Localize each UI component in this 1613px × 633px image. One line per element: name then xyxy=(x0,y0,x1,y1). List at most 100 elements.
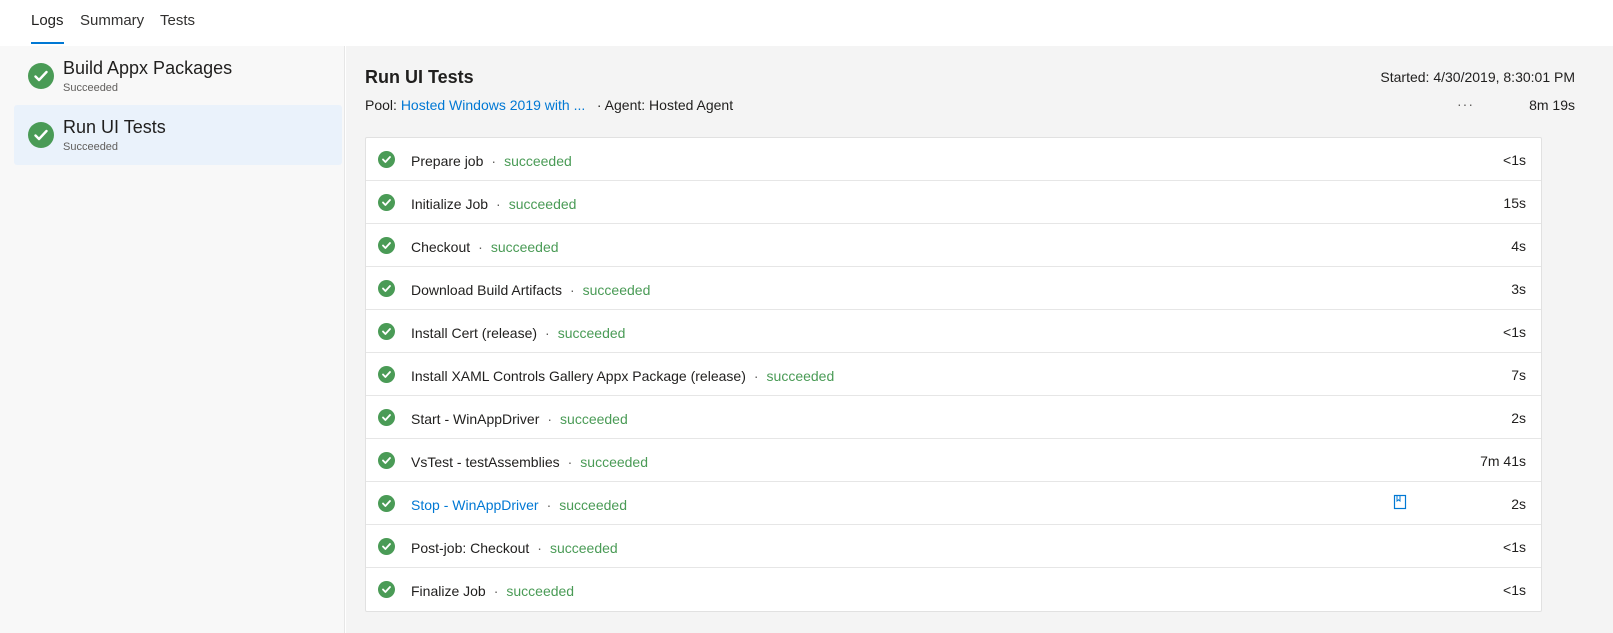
success-check-icon xyxy=(378,194,395,211)
tab-tests[interactable]: Tests xyxy=(160,12,195,29)
separator-dot: · xyxy=(545,325,550,341)
success-check-icon xyxy=(378,366,395,383)
step-label: Download Build Artifacts · succeeded xyxy=(411,282,650,298)
success-check-icon xyxy=(378,323,395,340)
step-duration: <1s xyxy=(1503,324,1526,340)
step-status: succeeded xyxy=(580,454,648,470)
success-check-icon xyxy=(28,63,54,89)
step-row-checkout[interactable]: Checkout · succeeded 4s xyxy=(366,224,1541,267)
step-status: succeeded xyxy=(508,196,577,212)
open-log-icon[interactable] xyxy=(1393,494,1407,515)
step-status: succeeded xyxy=(766,368,835,384)
step-duration: <1s xyxy=(1503,582,1526,598)
step-duration: <1s xyxy=(1503,539,1526,555)
success-check-icon xyxy=(378,280,395,297)
step-duration: 4s xyxy=(1511,238,1526,254)
tab-summary[interactable]: Summary xyxy=(80,12,144,29)
step-name: Initialize Job xyxy=(411,196,489,212)
step-duration: 2s xyxy=(1511,410,1526,426)
step-status: succeeded xyxy=(560,411,628,427)
step-label: Prepare job · succeeded xyxy=(411,153,572,169)
step-label: Start - WinAppDriver · succeeded xyxy=(411,411,628,427)
step-status: succeeded xyxy=(490,239,559,255)
step-row-post-job-checkout[interactable]: Post-job: Checkout · succeeded <1s xyxy=(366,525,1541,568)
job-item-run-ui-tests[interactable]: Run UI Tests Succeeded xyxy=(14,105,342,165)
tab-logs[interactable]: Logs xyxy=(31,12,64,29)
active-tab-indicator xyxy=(31,42,64,44)
step-duration: <1s xyxy=(1503,152,1526,168)
job-status: Succeeded xyxy=(63,82,119,94)
step-label: Initialize Job · succeeded xyxy=(411,196,576,212)
step-row-download-build-artifacts[interactable]: Download Build Artifacts · succeeded 3s xyxy=(366,267,1541,310)
steps-list: Prepare job · succeeded <1s Initialize Job… xyxy=(365,137,1542,612)
step-label: Post-job: Checkout · succeeded xyxy=(411,540,618,556)
step-row-prepare-job[interactable]: Prepare job · succeeded <1s xyxy=(366,138,1541,181)
step-name: Checkout xyxy=(411,239,471,255)
success-check-icon xyxy=(28,122,54,148)
step-name: Download Build Artifacts xyxy=(411,282,562,298)
separator-dot: · xyxy=(493,583,499,599)
step-name: Install XAML Controls Gallery Appx Packa… xyxy=(411,368,746,384)
success-check-icon xyxy=(378,452,395,469)
step-status: succeeded xyxy=(582,282,651,298)
separator-dot: · xyxy=(547,411,553,427)
step-name: VsTest - testAssemblies xyxy=(411,454,560,470)
step-label: Stop - WinAppDriver · succeeded xyxy=(411,497,627,513)
step-duration: 7s xyxy=(1511,367,1526,383)
separator-dot: · xyxy=(537,540,542,556)
agent-label: · Agent: Hosted Agent xyxy=(596,97,734,113)
success-check-icon xyxy=(378,237,395,254)
separator-dot: · xyxy=(567,454,573,470)
job-status: Succeeded xyxy=(63,141,119,153)
success-check-icon xyxy=(378,538,395,555)
step-name: Finalize Job xyxy=(411,583,486,599)
step-status: succeeded xyxy=(559,497,627,513)
step-row-install-cert[interactable]: Install Cert (release) · succeeded <1s xyxy=(366,310,1541,353)
step-label: VsTest - testAssemblies · succeeded xyxy=(411,454,648,470)
step-status: succeeded xyxy=(504,153,572,169)
separator-dot: · xyxy=(491,153,497,169)
jobs-sidebar: Build Appx Packages Succeeded Run UI Tes… xyxy=(0,46,345,633)
more-options-icon[interactable]: ··· xyxy=(1457,96,1474,112)
separator-dot: · xyxy=(753,368,759,384)
pool-agent-line: Pool: Hosted Windows 2019 with ... · Age… xyxy=(365,97,733,113)
step-name-link[interactable]: Stop - WinAppDriver xyxy=(411,497,539,513)
started-timestamp: Started: 4/30/2019, 8:30:01 PM xyxy=(1380,69,1575,85)
step-row-finalize-job[interactable]: Finalize Job · succeeded <1s xyxy=(366,568,1541,611)
step-row-initialize-job[interactable]: Initialize Job · succeeded 15s xyxy=(366,181,1541,224)
step-row-install-appx-package[interactable]: Install XAML Controls Gallery Appx Packa… xyxy=(366,353,1541,396)
step-row-stop-winappdriver[interactable]: Stop - WinAppDriver · succeeded 2s xyxy=(366,482,1541,525)
step-status: succeeded xyxy=(557,325,626,341)
separator-dot: · xyxy=(496,196,501,212)
step-row-vstest[interactable]: VsTest - testAssemblies · succeeded 7m 41s xyxy=(366,439,1541,482)
step-status: succeeded xyxy=(549,540,618,556)
step-duration: 15s xyxy=(1503,195,1526,211)
step-duration: 2s xyxy=(1511,496,1526,512)
step-name: Install Cert (release) xyxy=(411,325,538,341)
step-duration: 3s xyxy=(1511,281,1526,297)
step-name: Post-job: Checkout xyxy=(411,540,530,556)
separator-dot: · xyxy=(569,282,575,298)
page-title: Run UI Tests xyxy=(365,67,474,87)
step-row-start-winappdriver[interactable]: Start - WinAppDriver · succeeded 2s xyxy=(366,396,1541,439)
job-details-panel: Run UI Tests Started: 4/30/2019, 8:30:01… xyxy=(346,46,1613,633)
success-check-icon xyxy=(378,495,395,512)
top-tab-bar: Logs Summary Tests xyxy=(0,0,1613,46)
pool-label: Pool: xyxy=(365,97,397,113)
job-item-build-appx-packages[interactable]: Build Appx Packages Succeeded xyxy=(14,46,342,106)
step-name: Start - WinAppDriver xyxy=(411,411,540,427)
step-label: Finalize Job · succeeded xyxy=(411,583,574,599)
success-check-icon xyxy=(378,581,395,598)
separator-dot: · xyxy=(478,239,483,255)
step-label: Install Cert (release) · succeeded xyxy=(411,325,625,341)
step-name: Prepare job xyxy=(411,153,484,169)
job-name: Run UI Tests xyxy=(63,117,166,137)
separator-dot: · xyxy=(546,497,552,513)
step-label: Install XAML Controls Gallery Appx Packa… xyxy=(411,368,834,384)
step-status: succeeded xyxy=(506,583,575,599)
job-name: Build Appx Packages xyxy=(63,58,233,78)
success-check-icon xyxy=(378,151,395,168)
step-label: Checkout · succeeded xyxy=(411,239,559,255)
pool-link[interactable]: Hosted Windows 2019 with ... xyxy=(401,97,585,113)
success-check-icon xyxy=(378,409,395,426)
